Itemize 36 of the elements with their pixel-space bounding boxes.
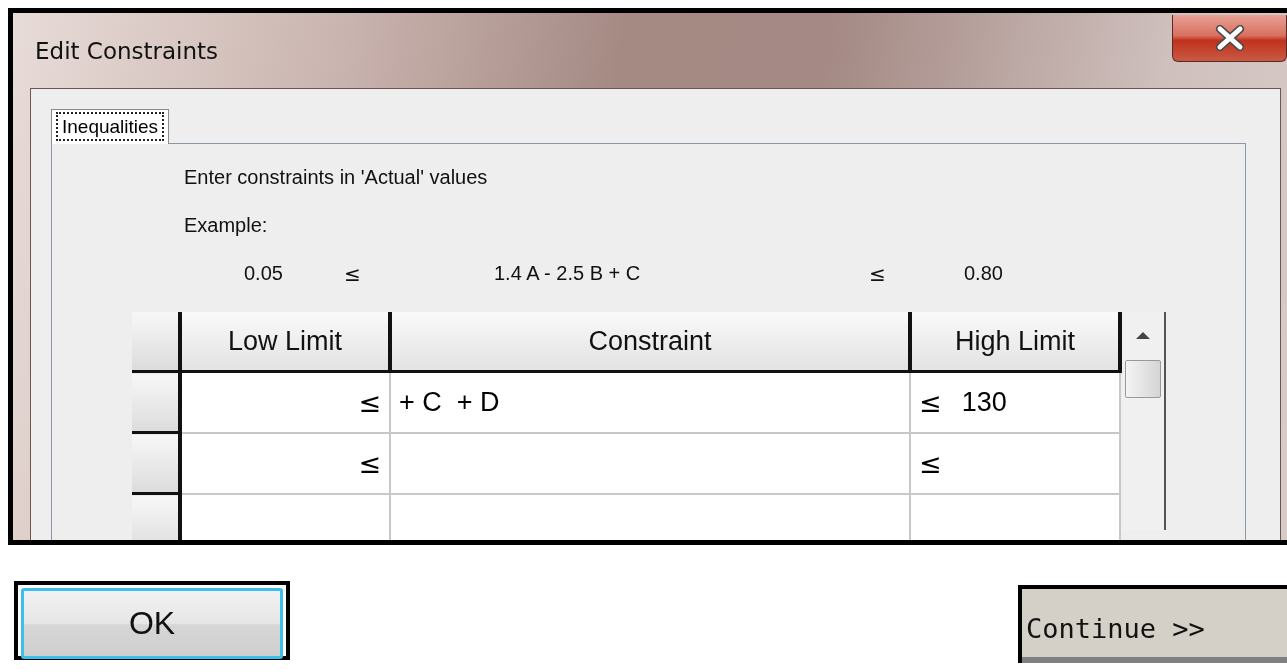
example-operator: ≤ (344, 262, 362, 288)
operator-symbol: ≤ (919, 447, 942, 479)
scroll-thumb[interactable] (1125, 360, 1161, 398)
column-header[interactable]: Constraint (390, 312, 910, 372)
instruction-text: Enter constraints in 'Actual' values (184, 166, 489, 190)
table-cell[interactable] (180, 493, 390, 540)
example-label: Example: (184, 214, 269, 238)
operator-symbol: ≤ (358, 447, 381, 479)
table-cell[interactable]: ≤ 130 (910, 371, 1120, 433)
example-low-limit: 0.05 (244, 262, 284, 286)
constraint-value: + C + D (399, 386, 500, 418)
ok-button[interactable]: OK (14, 581, 290, 660)
row-header[interactable] (132, 432, 180, 494)
window-title: Edit Constraints (35, 37, 219, 64)
close-button[interactable] (1172, 15, 1287, 62)
table-cell[interactable]: ≤ (180, 432, 390, 494)
continue-button[interactable]: Continue >> (1018, 585, 1287, 663)
example-constraint: 1.4 A - 2.5 B + C (494, 262, 642, 286)
operator-symbol: ≤ (358, 386, 381, 418)
table-cell[interactable] (390, 493, 910, 540)
table-cell[interactable]: + C + D (390, 371, 910, 433)
high-limit-value: 130 (961, 386, 1007, 418)
row-header[interactable] (132, 493, 180, 540)
table-cell[interactable]: ≤ (180, 371, 390, 433)
column-header[interactable]: Low Limit (180, 312, 390, 372)
operator-symbol: ≤ (919, 386, 942, 418)
table-cell[interactable] (910, 493, 1120, 540)
corner-header (132, 312, 180, 372)
scroll-up-icon[interactable] (1134, 330, 1152, 340)
tab[interactable]: Inequalities (51, 109, 170, 144)
table-cell[interactable] (390, 432, 910, 494)
example-high-limit: 0.80 (964, 262, 1003, 286)
row-header[interactable] (132, 371, 180, 433)
example-operator: ≤ (869, 262, 887, 288)
column-header[interactable]: High Limit (910, 312, 1120, 372)
table-cell[interactable]: ≤ (910, 432, 1120, 494)
